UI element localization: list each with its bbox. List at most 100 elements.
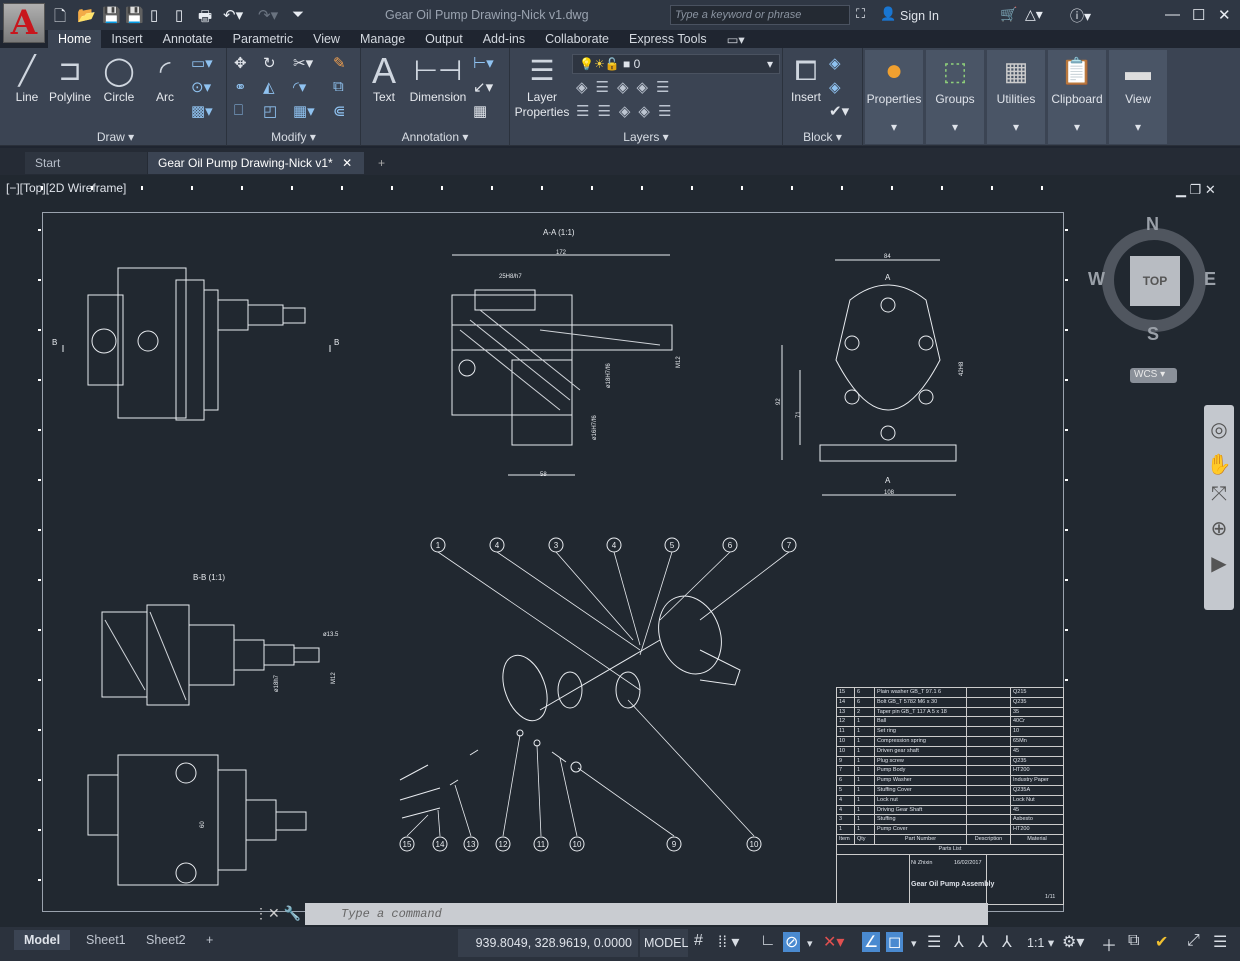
parts-list-cell xyxy=(967,815,1011,825)
compass-n: N xyxy=(1146,214,1159,234)
parts-list-cell: Lock nut xyxy=(875,795,967,805)
balloon-label: 9 xyxy=(672,840,677,849)
parts-list-row: 13 2 Taper pin GB_T 117 A 5 x 18 35 xyxy=(836,707,1064,718)
viewcube-top-face[interactable]: TOP xyxy=(1130,256,1180,306)
parts-list-cell xyxy=(967,736,1011,746)
parts-list-cell: 35 xyxy=(1013,708,1020,715)
hardware-acceleration-icon[interactable]: ✔ xyxy=(1155,932,1168,952)
grid-icon[interactable]: # xyxy=(694,932,703,950)
orbit-icon[interactable]: ⊕ xyxy=(1204,516,1234,541)
pan-icon[interactable]: ✋ xyxy=(1204,452,1234,477)
balloon-label: 6 xyxy=(728,541,733,550)
svg-text:M12: M12 xyxy=(331,672,337,684)
isolate-objects-icon[interactable]: ⧉ xyxy=(1128,932,1139,950)
object-snap-icon[interactable]: ◻ xyxy=(886,932,904,952)
command-input[interactable]: Type a command xyxy=(305,903,988,925)
parts-list-row: 10 1 Compression spring 65Mn xyxy=(836,736,1064,747)
title-block: Ni Zhixin 16/02/2017 Gear Oil Pump Assem… xyxy=(836,854,1064,905)
parts-list-cell: Plug screw xyxy=(875,756,967,766)
parts-list-cell xyxy=(967,825,1011,834)
snap-icon[interactable]: ⁞⁞ ▾ xyxy=(718,932,739,952)
parts-list-cell: Ball xyxy=(875,717,967,727)
svg-text:ø13.5: ø13.5 xyxy=(323,632,339,638)
parts-list-cell: 1 xyxy=(855,756,875,766)
parts-list-cell: Q235 xyxy=(1013,698,1027,705)
parts-list-cell: Asbesto xyxy=(1013,816,1033,823)
parts-list-cell xyxy=(967,707,1011,717)
model-space-button[interactable]: MODEL xyxy=(640,929,688,957)
sheet-number: 1/11 xyxy=(1045,893,1056,900)
parts-list-cell: Lock Nut xyxy=(1013,796,1035,803)
polar-tracking-icon[interactable]: ⊘ xyxy=(783,932,801,952)
parts-list-cell: 1 xyxy=(855,805,875,815)
wcs-menu[interactable]: WCS ▾ xyxy=(1130,368,1177,383)
parts-list-row: 6 1 Pump Washer Industry Paper xyxy=(836,776,1064,786)
parts-list-cell: 40Cr xyxy=(1013,718,1025,725)
zoom-extents-icon[interactable]: ⤧ xyxy=(1204,483,1234,506)
parts-list-cell: 1 xyxy=(855,776,875,785)
parts-list-cell: Pump Washer xyxy=(875,776,967,785)
front-view xyxy=(62,267,331,421)
parts-list-cell: 10 xyxy=(837,736,855,746)
svg-text:172: 172 xyxy=(556,250,567,256)
parts-list-cell: Q235 xyxy=(1013,757,1027,764)
steering-wheel-icon[interactable]: ◎ xyxy=(1204,417,1234,442)
parts-list-cell: 10 xyxy=(1013,728,1020,735)
section-bb-label: B-B (1:1) xyxy=(193,573,225,582)
parts-list-cell: 6 xyxy=(837,776,855,785)
sheet1-tab[interactable]: Sheet1 xyxy=(76,930,136,950)
scale-dropdown[interactable]: 1:1 ▾ xyxy=(1027,935,1054,950)
isodraft-icon[interactable]: ∠ xyxy=(862,932,881,952)
svg-text:108: 108 xyxy=(884,490,895,496)
ortho-icon[interactable]: ∟ xyxy=(760,932,776,950)
balloon-label: 13 xyxy=(467,840,476,849)
parts-list-row: 5 1 Stuffing Cover Q235A xyxy=(836,785,1064,796)
navigation-bar: ◎ ✋ ⤧ ⊕ ▶ xyxy=(1204,405,1234,610)
balloon-label: 12 xyxy=(499,840,508,849)
svg-text:58: 58 xyxy=(540,472,547,478)
add-layout-button[interactable]: + xyxy=(196,930,223,950)
sheet2-tab[interactable]: Sheet2 xyxy=(136,930,196,950)
coordinates-readout[interactable]: 939.8049, 328.9619, 0.0000 xyxy=(458,929,638,957)
svg-text:92: 92 xyxy=(776,398,782,405)
object-snap-tracking-icon[interactable]: ✕▾ xyxy=(823,932,844,952)
svg-text:42H8: 42H8 xyxy=(959,361,965,376)
parts-list-cell: 45 xyxy=(1013,747,1020,754)
parts-list-cell: 15 xyxy=(837,688,855,697)
annotation-scale-icon[interactable]: ⅄ xyxy=(1002,932,1012,952)
customization-menu-icon[interactable]: ☰ xyxy=(1213,932,1227,952)
parts-list-cell: 6 xyxy=(855,688,875,697)
parts-list-cell: 9 xyxy=(837,756,855,766)
parts-list-cell: 1 xyxy=(855,785,875,795)
parts-list-cell: 3 xyxy=(837,815,855,825)
parts-list-cell: 7 xyxy=(837,766,855,776)
workspace-gear-icon[interactable]: ⚙▾ xyxy=(1062,932,1084,952)
balloon-label: 7 xyxy=(787,541,792,550)
svg-text:ø18h7: ø18h7 xyxy=(274,674,280,692)
svg-text:25H8/h7: 25H8/h7 xyxy=(499,274,522,280)
model-tab[interactable]: Model xyxy=(14,930,71,950)
parts-list-cell: 4 xyxy=(837,795,855,805)
parts-list-cell: Driving Gear Shaft xyxy=(875,805,967,815)
parts-list-cell: HT200 xyxy=(1013,767,1030,774)
viewcube[interactable]: TOP N S W E xyxy=(1088,214,1216,344)
svg-text:ø18H7/f6: ø18H7/f6 xyxy=(606,363,612,388)
lineweight-icon[interactable]: ☰ xyxy=(927,932,941,952)
annotation-visibility-icon[interactable]: ⅄ xyxy=(954,932,964,952)
auto-scale-icon[interactable]: ⅄ xyxy=(978,932,988,952)
parts-list-cell: 5 xyxy=(837,785,855,795)
parts-list-cell: Plain washer GB_T 97.1 6 xyxy=(875,688,967,697)
clean-screen-icon[interactable]: ⤢ xyxy=(1187,932,1200,950)
parts-list-row: 14 6 Bolt GB_T 5782 M6 x 30 Q235 xyxy=(836,697,1064,708)
mark-b-left: B xyxy=(52,338,57,347)
parts-list-cell: 1 xyxy=(855,746,875,756)
svg-text:ø16H7/f6: ø16H7/f6 xyxy=(592,415,598,440)
parts-list-cell: Stuffing xyxy=(875,815,967,825)
parts-list-cell: Industry Paper xyxy=(1013,777,1049,784)
parts-list-cell: Q235A xyxy=(1013,786,1031,793)
command-line-close-icon[interactable]: ⋮✕ 🔧 xyxy=(254,905,301,922)
showmotion-icon[interactable]: ▶ xyxy=(1204,551,1234,576)
parts-list-row: 1 1 Pump Cover HT200 xyxy=(836,825,1064,835)
crosshair-icon[interactable]: ＋ xyxy=(1101,932,1117,956)
parts-list-cell: Q215 xyxy=(1013,689,1027,695)
